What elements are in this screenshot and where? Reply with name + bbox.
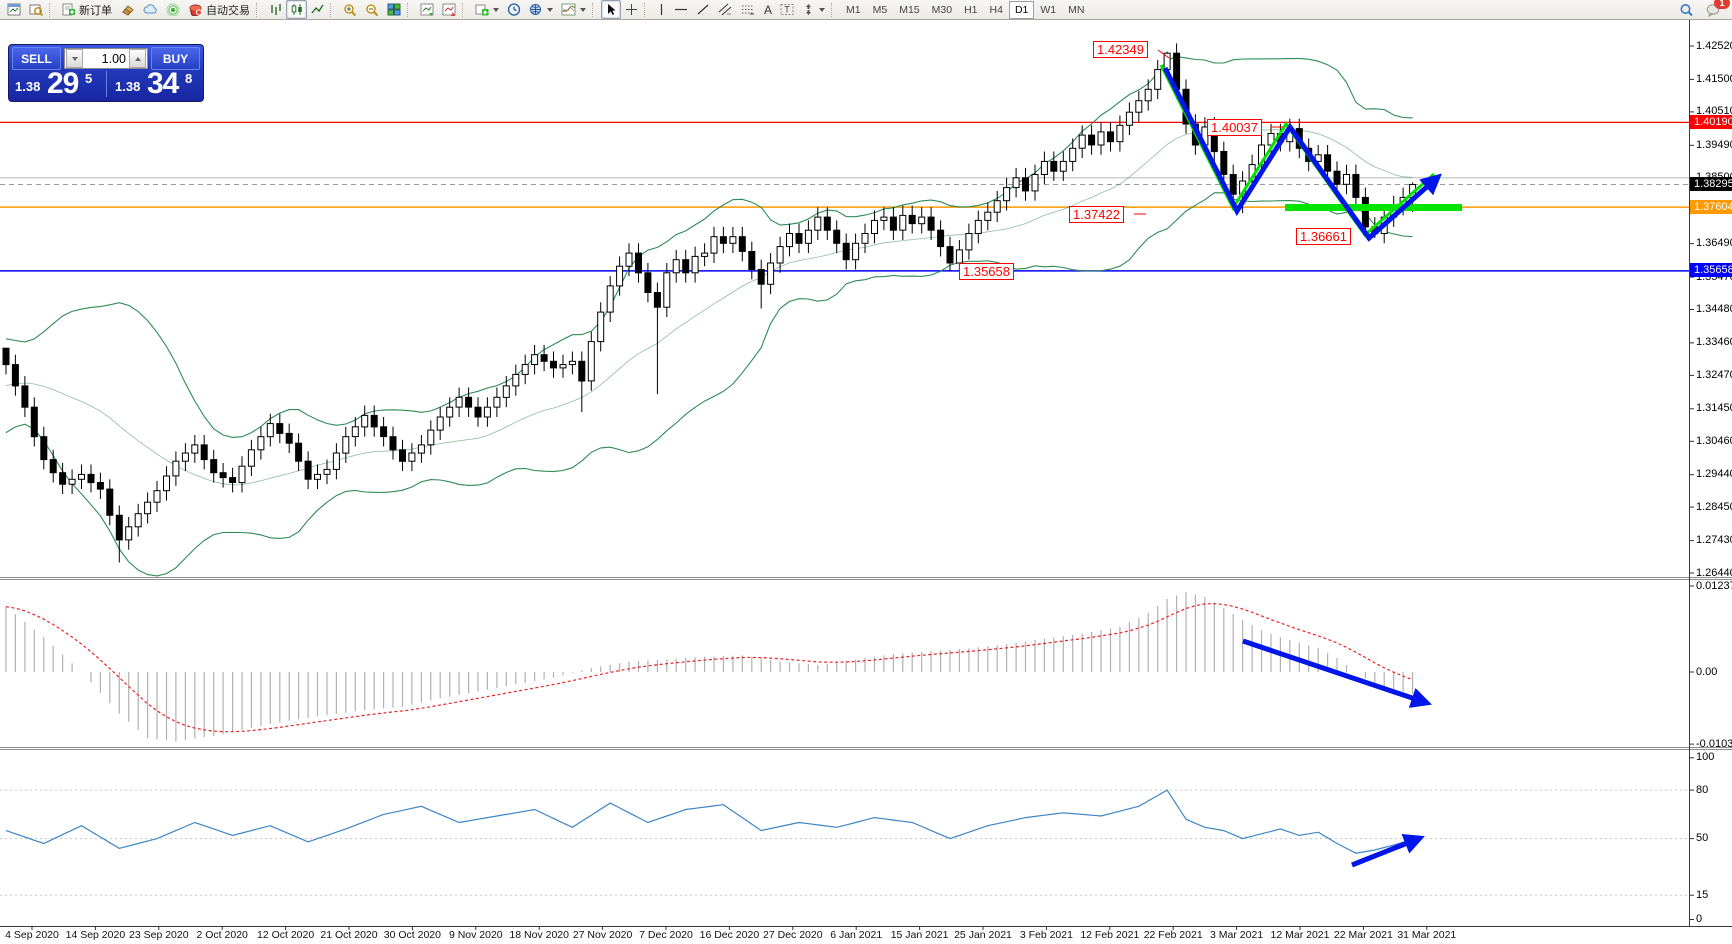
candle-chart-type-button[interactable] (286, 0, 307, 19)
timeframe-button-m5[interactable]: M5 (867, 1, 894, 19)
profiles-icon[interactable] (525, 0, 557, 19)
toolbar-right-group: 1 (1675, 0, 1729, 19)
notification-count-badge: 1 (1714, 0, 1730, 9)
volume-input[interactable] (84, 51, 128, 67)
dropdown-caret-icon (819, 8, 825, 12)
line-chart-type-button[interactable] (307, 0, 328, 19)
fibonacci-tool[interactable] (737, 0, 760, 19)
terminal-window-icon[interactable] (3, 0, 25, 19)
sell-price-small: 1.38 (15, 79, 40, 94)
equidistant-channel-tool[interactable] (714, 0, 737, 19)
arrows-tool[interactable] (798, 0, 829, 19)
period-clock-icon[interactable] (503, 0, 525, 19)
toolbar-separator (644, 3, 651, 17)
new-order-button[interactable]: 新订单 (58, 0, 116, 19)
svg-text:T: T (784, 5, 790, 15)
notifications-button[interactable]: 1 (1702, 0, 1725, 19)
dropdown-caret-icon (493, 8, 499, 12)
timeframe-button-h1[interactable]: H1 (958, 1, 983, 19)
toolbar-separator (831, 3, 838, 17)
sell-price[interactable]: 1.38 29 5 (9, 71, 103, 98)
toolbar-separator (407, 3, 414, 17)
zoom-in-button[interactable] (339, 0, 361, 19)
zoom-out-button[interactable] (361, 0, 383, 19)
mt4-window: 1.425201.415001.405101.394901.385001.374… (0, 0, 1732, 944)
toolbar-separator (330, 3, 337, 17)
buy-price-sup: 8 (185, 71, 192, 86)
market-watch-search-icon[interactable] (25, 0, 47, 19)
eraser-icon[interactable] (116, 0, 139, 19)
timeframe-button-d1[interactable]: D1 (1009, 1, 1034, 19)
timeframe-button-m15[interactable]: M15 (893, 1, 925, 19)
timeframe-button-w1[interactable]: W1 (1034, 1, 1062, 19)
volume-box (64, 48, 148, 69)
vertical-line-tool[interactable] (653, 0, 670, 19)
toolbar-separator (256, 3, 263, 17)
chart-template-icon[interactable] (557, 0, 590, 19)
autotrading-label: 自动交易 (206, 2, 250, 18)
indicators-window-icon[interactable] (416, 0, 438, 19)
price-chart-canvas[interactable] (0, 0, 1732, 944)
cloud-icon[interactable] (139, 0, 162, 19)
timeframe-button-h4[interactable]: H4 (984, 1, 1009, 19)
buy-price-small: 1.38 (115, 79, 140, 94)
volume-decrease-button[interactable] (66, 49, 83, 68)
search-icon[interactable] (1675, 0, 1698, 19)
main-toolbar: 新订单 自动交易 (0, 0, 1732, 20)
timeframe-button-m1[interactable]: M1 (840, 1, 867, 19)
toolbar-separator (49, 3, 56, 17)
toolbar-separator (592, 3, 599, 17)
sell-price-sup: 5 (85, 71, 92, 86)
trade-panel-divider (106, 71, 107, 97)
bar-chart-type-button[interactable] (265, 0, 286, 19)
crosshair-tool-button[interactable] (621, 0, 642, 19)
volume-increase-button[interactable] (129, 49, 146, 68)
timeframe-button-mn[interactable]: MN (1062, 1, 1090, 19)
one-click-trading-panel: SELL BUY 1.38 29 5 1.38 34 8 (8, 44, 204, 102)
text-tool[interactable]: A (760, 0, 776, 19)
signal-icon[interactable] (162, 0, 184, 19)
timeframe-group: M1M5M15M30H1H4D1W1MN (840, 1, 1090, 19)
autotrading-button[interactable]: 自动交易 (184, 0, 254, 19)
text-label-tool[interactable]: T (776, 0, 798, 19)
dropdown-caret-icon (547, 8, 553, 12)
sell-price-big: 29 (47, 67, 78, 101)
tile-windows-icon[interactable] (383, 0, 405, 19)
add-indicator-button[interactable] (471, 0, 503, 19)
buy-price[interactable]: 1.38 34 8 (109, 71, 203, 98)
timeframe-button-m30[interactable]: M30 (926, 1, 958, 19)
trendline-tool[interactable] (692, 0, 714, 19)
horizontal-line-tool[interactable] (670, 0, 692, 19)
buy-price-big: 34 (147, 67, 178, 101)
toolbar-separator (462, 3, 469, 17)
dropdown-caret-icon (580, 8, 586, 12)
new-order-label: 新订单 (79, 2, 112, 18)
cursor-tool-button[interactable] (601, 0, 621, 19)
indicators-list-icon[interactable] (438, 0, 460, 19)
